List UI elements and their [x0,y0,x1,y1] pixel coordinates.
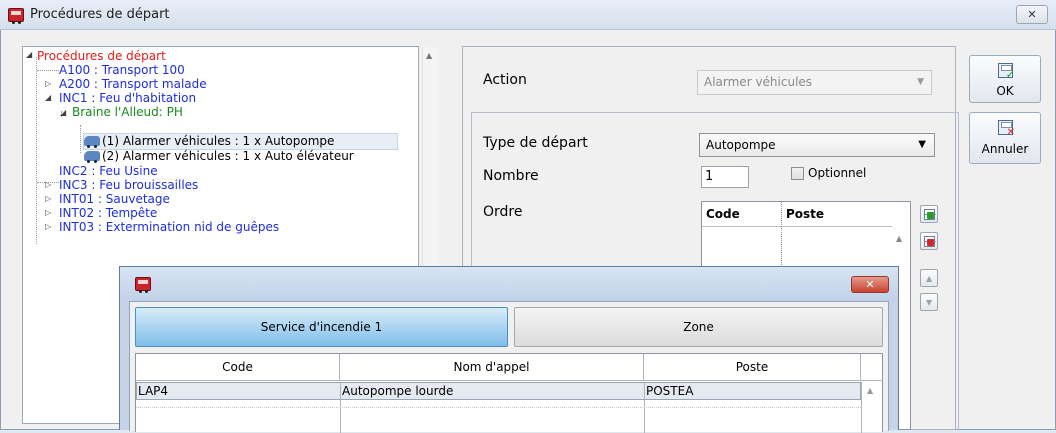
tree-item-location[interactable]: Braine l'Alleud: PH [72,105,183,119]
tree-item-inc2[interactable]: INC2 : Feu Usine [59,164,158,178]
expand-arrow-icon[interactable]: ▷ [45,180,51,189]
tree-guide-line [36,57,37,244]
ok-label: OK [996,84,1014,98]
tree-item-action-2[interactable]: (2) Alarmer véhicules : 1 x Auto élévate… [84,149,354,163]
arrow-down-icon: ▼ [926,298,933,307]
cancel-label: Annuler [981,142,1029,156]
column-header-nom-appel[interactable]: Nom d'appel [340,354,644,381]
dropdown-arrow-icon[interactable]: ▼ [918,134,926,156]
ordre-column-poste[interactable]: Poste [782,202,892,226]
window-close-button[interactable]: ✕ [1016,5,1048,24]
window-title: Procédures de départ [30,7,170,22]
tree-guide-line [37,70,59,71]
nombre-label: Nombre [483,168,539,184]
column-divider [861,382,862,433]
tree-item-a200[interactable]: A200 : Transport malade [59,77,207,91]
scroll-up-arrow-icon[interactable]: ▲ [426,51,432,60]
tree-item-int01[interactable]: INT01 : Sauvetage [59,192,170,206]
table-row[interactable]: LAP4 Autopompe lourde POSTEA [136,382,861,400]
ordre-label: Ordre [483,204,523,220]
collapse-arrow-icon[interactable]: ◢ [26,50,32,59]
nombre-input[interactable]: 1 [701,166,749,188]
scroll-up-arrow-icon[interactable]: ▲ [867,386,873,395]
tree-guide-line [80,125,81,153]
save-check-icon [998,63,1015,81]
expand-arrow-icon[interactable]: ▷ [45,194,51,203]
type-depart-label: Type de départ [483,135,588,151]
tab-zone[interactable]: Zone [514,307,883,347]
tree-item-a100[interactable]: A100 : Transport 100 [59,63,185,77]
tree-item-action-1-label: (1) Alarmer véhicules : 1 x Autopompe [102,134,335,148]
optionnel-checkbox[interactable] [791,167,804,180]
action-select: Alarmer véhicules ▼ [697,70,932,95]
cancel-button[interactable]: Annuler [969,112,1041,164]
scroll-up-arrow-icon[interactable]: ▲ [896,234,902,243]
grid-add-icon [924,209,936,220]
tree-item-inc3[interactable]: INC3 : Feu brouissailles [59,178,198,192]
grid-header-divider [702,226,892,227]
dropdown-arrow-icon: ▼ [917,77,924,87]
fire-truck-icon [8,8,24,24]
vehicle-icon [84,151,100,163]
expand-arrow-icon[interactable]: ▷ [45,222,51,231]
column-header-filler [861,354,882,381]
delete-row-button[interactable] [920,232,938,250]
tree-item-action-1[interactable]: (1) Alarmer véhicules : 1 x Autopompe [84,134,334,148]
row-code: LAP4 [138,384,169,398]
collapse-arrow-icon[interactable]: ◢ [45,93,51,102]
type-depart-value: Autopompe [706,138,776,152]
tree-item-inc1[interactable]: INC1 : Feu d'habitation [59,91,196,105]
add-row-button[interactable] [920,205,938,223]
dialog-close-button[interactable]: ✕ [851,276,889,293]
type-depart-select[interactable]: Autopompe ▼ [699,133,935,157]
move-up-button[interactable]: ▲ [920,269,938,287]
action-label: Action [483,72,527,88]
action-select-value: Alarmer véhicules [704,75,813,89]
ordre-column-code[interactable]: Code [702,202,781,226]
tree-root[interactable]: Procédures de départ [37,49,166,63]
dialog-titlebar: ✕ [120,267,898,300]
dialog-body: Service d'incendie 1 Zone Code Nom d'app… [129,301,889,433]
vehicle-icon [84,136,100,148]
window-titlebar: Procédures de départ ✕ [0,0,1056,30]
move-down-button[interactable]: ▼ [920,293,938,311]
tree-item-int03[interactable]: INT03 : Extermination nid de guêpes [59,220,279,234]
column-header-code[interactable]: Code [136,354,340,381]
tab-service-incendie[interactable]: Service d'incendie 1 [135,307,508,347]
tree-item-int02[interactable]: INT02 : Tempête [59,206,157,220]
grid-delete-icon [924,236,936,247]
arrow-up-icon: ▲ [926,274,933,283]
row-nom-appel: Autopompe lourde [342,384,454,398]
cancel-x-icon [998,120,1015,138]
vehicle-picker-dialog: ✕ Service d'incendie 1 Zone Code Nom d'a… [119,266,899,433]
vehicle-list[interactable]: Code Nom d'appel Poste LAP4 Autopompe lo… [135,353,883,433]
expand-arrow-icon[interactable]: ▷ [45,208,51,217]
fire-truck-icon [135,277,151,293]
tree-item-action-2-label: (2) Alarmer véhicules : 1 x Auto élévate… [102,149,354,163]
expand-arrow-icon[interactable]: ▷ [45,79,51,88]
optionnel-label: Optionnel [808,166,867,180]
row-poste: POSTEA [646,384,694,398]
column-header-poste[interactable]: Poste [644,354,861,381]
row-divider [136,407,861,408]
ok-button[interactable]: OK [969,55,1041,103]
collapse-arrow-icon[interactable]: ◢ [60,108,66,117]
